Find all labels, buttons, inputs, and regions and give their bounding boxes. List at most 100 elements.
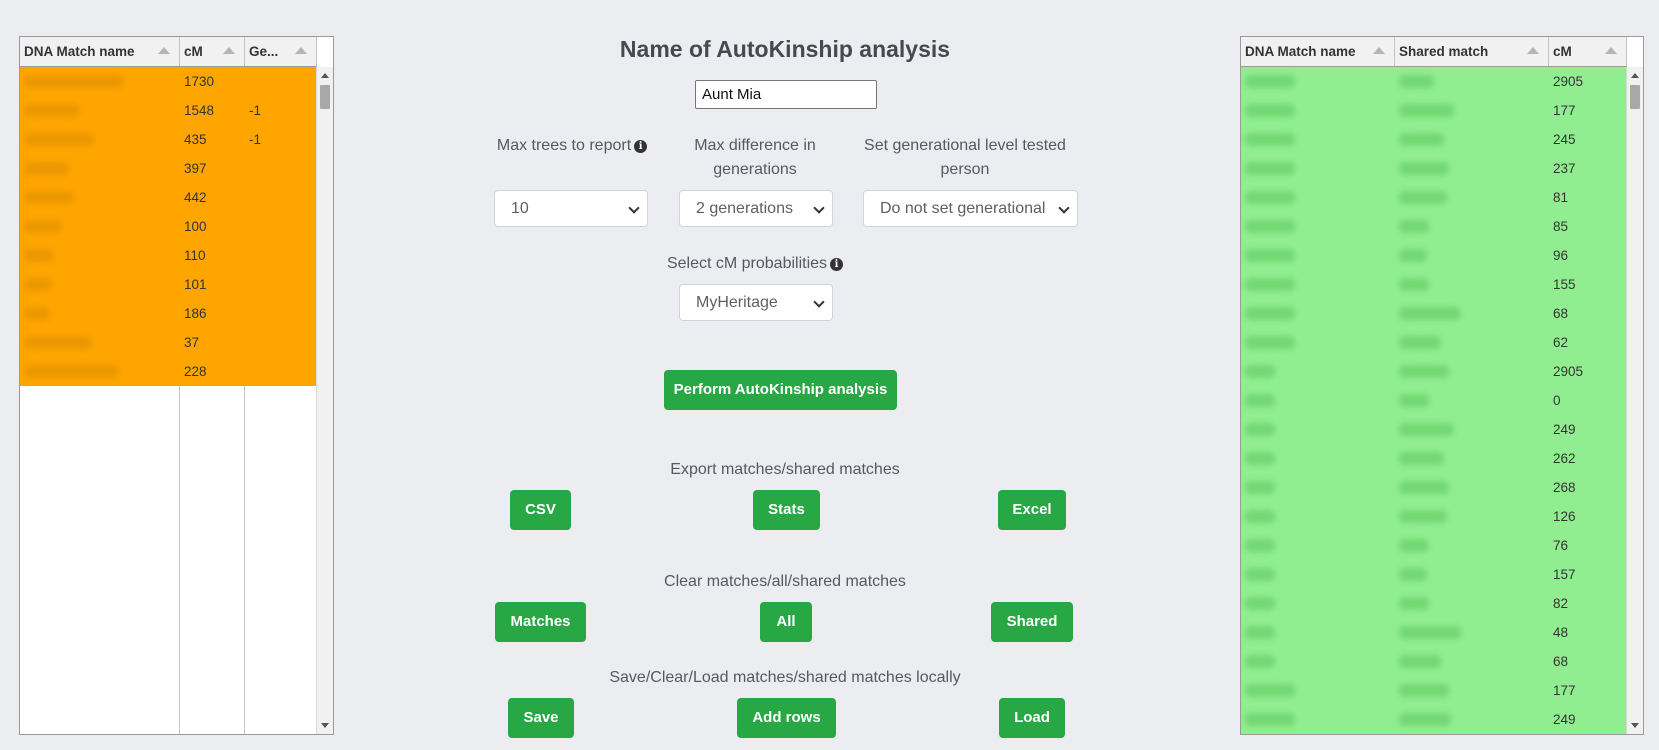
table-row[interactable]: 126	[1241, 502, 1627, 531]
match-name-cell	[20, 212, 180, 241]
table-row[interactable]: 157	[1241, 560, 1627, 589]
max-difference-select[interactable]: 2 generations	[679, 190, 833, 227]
table-row[interactable]: 82	[1241, 589, 1627, 618]
redacted-name	[24, 336, 92, 349]
export-excel-button[interactable]: Excel	[998, 490, 1066, 530]
table-row[interactable]: 177	[1241, 96, 1627, 125]
table-row[interactable]: 262	[1241, 444, 1627, 473]
shared-match-cell	[1395, 299, 1549, 328]
cm-cell: 68	[1553, 306, 1569, 321]
redacted-name	[24, 278, 52, 291]
table-row[interactable]: 249	[1241, 415, 1627, 444]
table-row[interactable]: 155	[1241, 270, 1627, 299]
redacted-name	[1245, 249, 1295, 262]
generational-level-select[interactable]: Do not set generational	[863, 190, 1078, 227]
table-row[interactable]: 96	[1241, 241, 1627, 270]
table-row[interactable]: 76	[1241, 531, 1627, 560]
shared-match-cell	[1395, 415, 1549, 444]
table-row[interactable]: 186	[20, 299, 317, 328]
sort-arrow-icon[interactable]	[1605, 47, 1617, 54]
perform-analysis-button[interactable]: Perform AutoKinship analysis	[664, 370, 897, 410]
redacted-name	[24, 133, 94, 146]
table-row[interactable]: 81	[1241, 183, 1627, 212]
match-name-cell	[1241, 212, 1395, 241]
cm-cell: 81	[1553, 190, 1569, 205]
match-name-cell	[1241, 589, 1395, 618]
scroll-up-arrow-icon[interactable]	[1631, 73, 1639, 78]
cm-cell: 186	[184, 306, 207, 321]
shared-match-cell	[1395, 241, 1549, 270]
info-icon[interactable]: i	[830, 258, 844, 271]
table-row[interactable]: 101	[20, 270, 317, 299]
scroll-down-arrow-icon[interactable]	[321, 723, 329, 728]
column-header-dna-match-name[interactable]: DNA Match name	[20, 37, 180, 66]
clear-shared-button[interactable]: Shared	[991, 602, 1073, 642]
load-button[interactable]: Load	[999, 698, 1065, 738]
column-header-generation[interactable]: Ge...	[245, 37, 317, 66]
scroll-up-arrow-icon[interactable]	[321, 73, 329, 78]
sort-arrow-icon[interactable]	[1527, 47, 1539, 54]
column-header-cm[interactable]: cM	[180, 37, 245, 66]
table-row[interactable]: 228	[20, 357, 317, 386]
table-row[interactable]: 177	[1241, 676, 1627, 705]
table-row[interactable]: 245	[1241, 125, 1627, 154]
table-row[interactable]: 37	[20, 328, 317, 357]
match-name-cell	[1241, 444, 1395, 473]
generational-level-label: Set generational level tested person	[864, 137, 1066, 178]
shared-matches-grid-header: DNA Match name Shared match cM	[1241, 37, 1627, 67]
table-row[interactable]: 48	[1241, 618, 1627, 647]
column-header-cm[interactable]: cM	[1549, 37, 1627, 66]
sort-arrow-icon[interactable]	[1373, 47, 1385, 54]
cm-cell: 82	[1553, 596, 1569, 611]
table-row[interactable]: 435 -1	[20, 125, 317, 154]
add-rows-button[interactable]: Add rows	[737, 698, 836, 738]
cm-cell: 0	[1553, 393, 1561, 408]
match-name-cell	[1241, 96, 1395, 125]
generation-cell	[245, 328, 317, 357]
cm-cell: 1548	[184, 103, 215, 118]
table-row[interactable]: 100	[20, 212, 317, 241]
cm-probabilities-select[interactable]: MyHeritage	[679, 284, 833, 321]
table-row[interactable]: 442	[20, 183, 317, 212]
table-row[interactable]: 62	[1241, 328, 1627, 357]
column-header-dna-match-name[interactable]: DNA Match name	[1241, 37, 1395, 66]
redacted-name	[1399, 133, 1444, 146]
info-icon[interactable]: i	[634, 140, 648, 153]
clear-all-button[interactable]: All	[760, 602, 812, 642]
save-button[interactable]: Save	[508, 698, 574, 738]
match-name-cell	[1241, 473, 1395, 502]
table-row[interactable]: 249	[1241, 705, 1627, 734]
scroll-down-arrow-icon[interactable]	[1631, 723, 1639, 728]
table-row[interactable]: 2905	[1241, 357, 1627, 386]
export-csv-button[interactable]: CSV	[510, 490, 571, 530]
table-row[interactable]: 110	[20, 241, 317, 270]
table-row[interactable]: 1548 -1	[20, 96, 317, 125]
table-row[interactable]: 2905	[1241, 67, 1627, 96]
redacted-name	[1399, 510, 1447, 523]
table-row[interactable]: 0	[1241, 386, 1627, 415]
table-row[interactable]: 85	[1241, 212, 1627, 241]
matches-grid-scrollbar[interactable]	[316, 67, 333, 734]
redacted-name	[1399, 191, 1447, 204]
scroll-thumb[interactable]	[1630, 85, 1640, 109]
table-row[interactable]: 268	[1241, 473, 1627, 502]
sort-arrow-icon[interactable]	[223, 47, 235, 54]
scroll-thumb[interactable]	[320, 85, 330, 109]
sort-arrow-icon[interactable]	[158, 47, 170, 54]
shared-match-cell	[1395, 473, 1549, 502]
table-row[interactable]: 68	[1241, 299, 1627, 328]
table-row[interactable]: 237	[1241, 154, 1627, 183]
column-header-shared-match[interactable]: Shared match	[1395, 37, 1549, 66]
sort-arrow-icon[interactable]	[295, 47, 307, 54]
redacted-name	[1399, 684, 1449, 697]
analysis-name-input[interactable]	[695, 80, 877, 109]
table-row[interactable]: 1730	[20, 67, 317, 96]
clear-matches-button[interactable]: Matches	[495, 602, 586, 642]
max-trees-select[interactable]: 10	[494, 190, 648, 227]
cm-cell: 155	[1553, 277, 1576, 292]
export-stats-button[interactable]: Stats	[753, 490, 820, 530]
shared-matches-grid-scrollbar[interactable]	[1626, 67, 1643, 734]
table-row[interactable]: 397	[20, 154, 317, 183]
match-name-cell	[20, 67, 180, 96]
table-row[interactable]: 68	[1241, 647, 1627, 676]
